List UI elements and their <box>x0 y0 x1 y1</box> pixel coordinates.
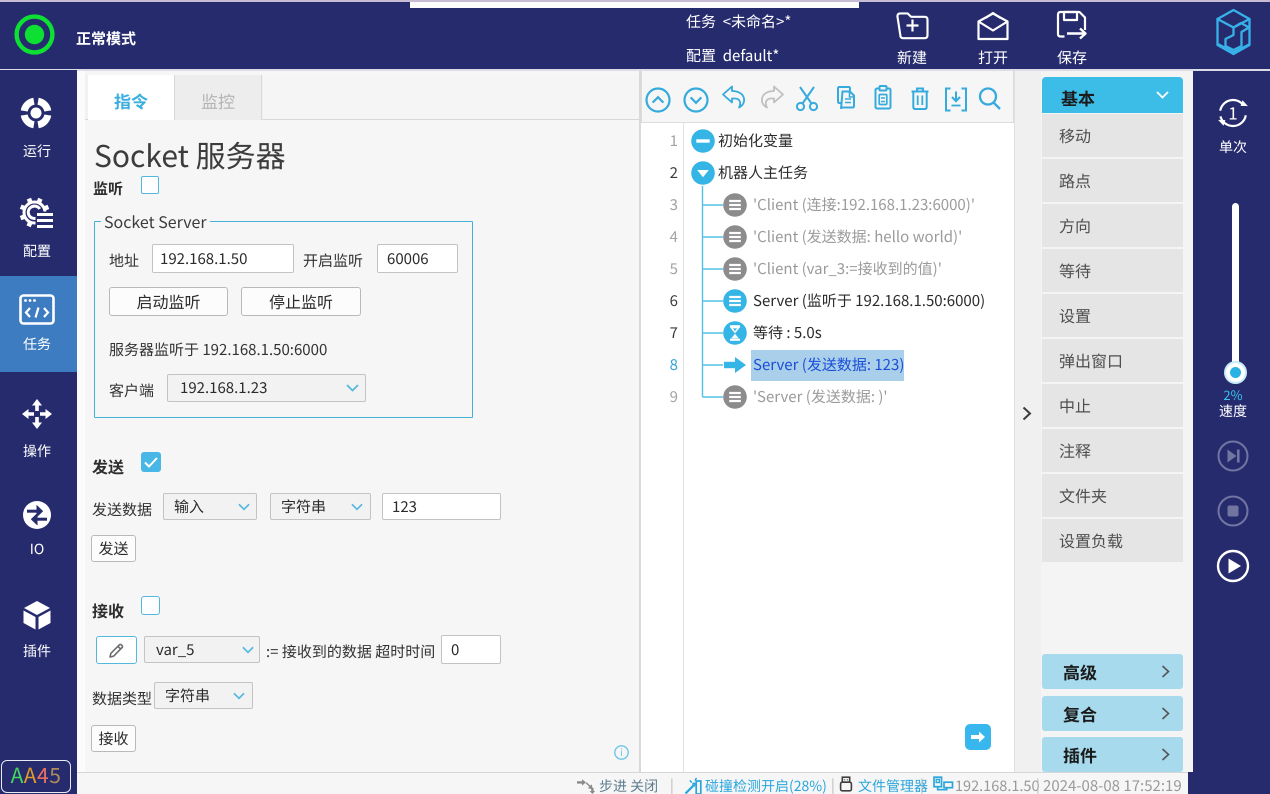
svg-text:1: 1 <box>1228 100 1237 125</box>
svg-text:i: i <box>620 745 623 759</box>
